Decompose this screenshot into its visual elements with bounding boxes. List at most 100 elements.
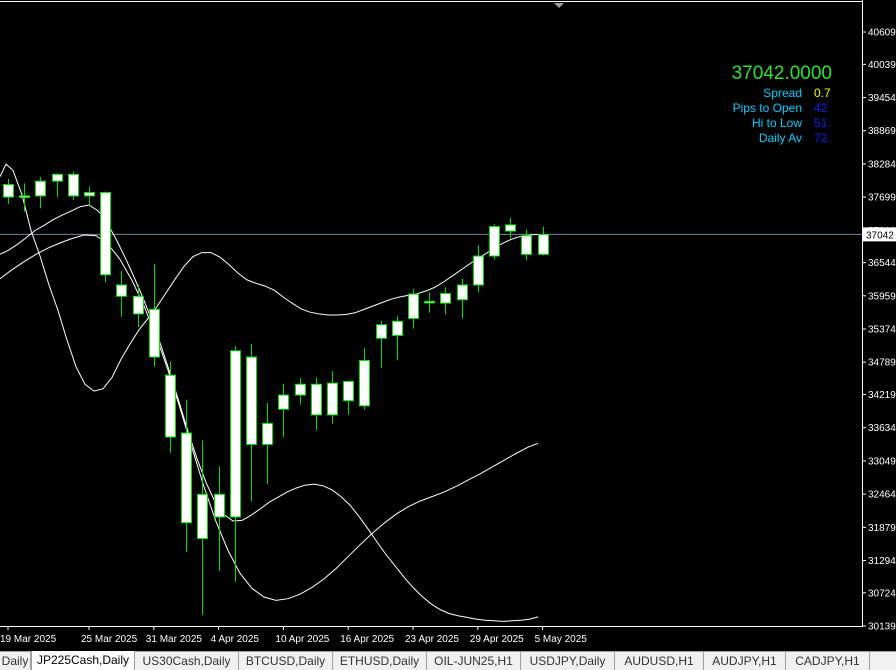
price-tick-label: 30724 — [868, 588, 896, 599]
candle-body — [311, 383, 322, 416]
chart-shift-marker[interactable] — [554, 3, 564, 8]
price-tick-label: 38284 — [868, 159, 896, 170]
info-row-value: 0.7 — [814, 86, 831, 100]
candle[interactable] — [505, 218, 516, 239]
info-current-price: 37042.0000 — [731, 63, 832, 84]
price-tick-label: 33634 — [868, 423, 896, 434]
chart-tab[interactable]: JP225Cash,Daily — [31, 651, 135, 670]
price-tick-label: 35959 — [868, 291, 896, 302]
candle[interactable] — [100, 191, 111, 283]
candle-body — [84, 191, 95, 197]
candle[interactable] — [262, 402, 273, 485]
candle-body — [278, 394, 289, 410]
price-tick-label: 34219 — [868, 390, 896, 401]
info-rows: Spread 0.7 Pips to Open 42 Hi to Low 51 Daily … — [732, 86, 832, 146]
candle-body — [68, 173, 79, 197]
price-tick-label: 40039 — [868, 60, 896, 71]
price-tick-label: 35374 — [868, 325, 896, 336]
candle[interactable] — [35, 177, 46, 209]
candle[interactable] — [424, 292, 435, 313]
candle[interactable] — [84, 186, 95, 206]
candle-body — [538, 233, 549, 255]
chart-tab[interactable]: BTCUSD,Daily — [239, 652, 333, 670]
price-tick-label: 32464 — [868, 490, 896, 501]
info-row-value: 72 — [814, 131, 828, 145]
candle-body — [392, 320, 403, 336]
candle-body — [19, 195, 30, 198]
candle[interactable] — [116, 270, 127, 317]
candle-body — [197, 493, 208, 540]
candle[interactable] — [68, 171, 79, 200]
candle[interactable] — [489, 224, 500, 260]
candle-body — [181, 432, 192, 524]
candle[interactable] — [327, 371, 338, 424]
price-tick-label: 38869 — [868, 126, 896, 137]
envelope-upper-line — [0, 163, 538, 392]
price-tick-label: 31294 — [868, 556, 896, 567]
candle-body — [408, 293, 419, 319]
candle[interactable] — [3, 178, 14, 204]
date-tick-label: 4 Apr 2025 — [211, 634, 260, 645]
envelope-group — [0, 163, 539, 622]
candle-body — [295, 383, 306, 396]
price-tick-label: 36544 — [868, 258, 896, 269]
date-tick-label: 31 Mar 2025 — [146, 634, 203, 645]
date-tick-label: 10 Apr 2025 — [275, 634, 329, 645]
candle-body — [457, 284, 468, 301]
chart-tab[interactable]: AUDJPY,H1 — [704, 652, 786, 670]
candle[interactable] — [230, 346, 241, 582]
price-tick-label: 40609 — [868, 28, 896, 39]
candle[interactable] — [457, 278, 468, 319]
candle[interactable] — [149, 263, 160, 367]
candle-body — [521, 235, 532, 255]
chart-tab[interactable]: USDJPY,Daily — [521, 652, 615, 670]
date-tick-label: 16 Apr 2025 — [340, 634, 394, 645]
chart-tab[interactable]: OIL-JUN25,H1 — [427, 652, 521, 670]
info-row: Hi to Low 51 — [732, 116, 832, 131]
candle-body — [116, 284, 127, 297]
candles-group — [3, 171, 549, 616]
chart-area[interactable]: 4060940039394543886938284376993711436544… — [0, 0, 896, 651]
chart-tab[interactable]: Daily — [0, 652, 31, 670]
date-tick-label: 19 Mar 2025 — [0, 634, 57, 645]
candle-body — [35, 180, 46, 197]
candle[interactable] — [311, 377, 322, 431]
candle[interactable] — [440, 287, 451, 315]
candle[interactable] — [52, 173, 63, 198]
info-row-label: Hi to Low — [751, 116, 802, 130]
candle[interactable] — [359, 347, 370, 410]
candle[interactable] — [214, 466, 225, 571]
candle[interactable] — [278, 383, 289, 438]
candle[interactable] — [181, 399, 192, 553]
info-row: Daily Av 72 — [732, 131, 832, 146]
candle[interactable] — [246, 343, 257, 502]
chart-tab[interactable]: ETHUSD,Daily — [333, 652, 427, 670]
candle-body — [440, 292, 451, 304]
candle[interactable] — [133, 284, 144, 327]
chart-tab-bar: Daily JP225Cash,Daily US30Cash,Daily BTCUSD… — [0, 651, 896, 670]
candle-body — [343, 380, 354, 402]
candle[interactable] — [538, 226, 549, 256]
info-row-label: Spread — [763, 86, 802, 100]
candle[interactable] — [295, 378, 306, 405]
chart-tab[interactable]: US30Cash,Daily — [135, 652, 239, 670]
info-row-value: 51 — [814, 116, 828, 130]
candle[interactable] — [408, 288, 419, 329]
candle[interactable] — [19, 183, 30, 212]
candle-body — [376, 324, 387, 339]
candle-body — [262, 422, 273, 445]
chart-tab[interactable]: AUDUSD,H1 — [615, 652, 704, 670]
date-tick-label: 23 Apr 2025 — [405, 634, 459, 645]
candle-body — [3, 184, 14, 198]
candle[interactable] — [392, 316, 403, 361]
chart-tab[interactable]: CADJPY,H1 — [786, 652, 870, 670]
candle[interactable] — [165, 361, 176, 453]
price-tick-label: 31879 — [868, 523, 896, 534]
candle[interactable] — [343, 380, 354, 415]
candle[interactable] — [473, 245, 484, 293]
candle-body — [327, 382, 338, 416]
candle[interactable] — [197, 440, 208, 616]
info-row-label: Pips to Open — [732, 101, 802, 115]
candle[interactable] — [376, 320, 387, 368]
date-tick-label: 25 Mar 2025 — [81, 634, 138, 645]
